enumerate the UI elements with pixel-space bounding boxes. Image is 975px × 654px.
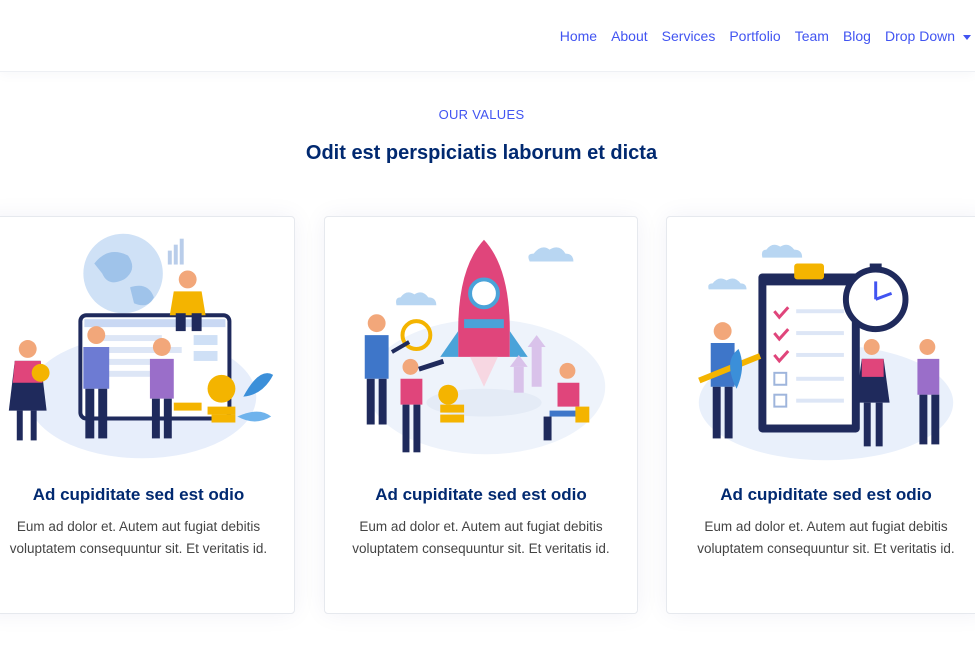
card-title: Ad cupiditate sed est odio [32,485,245,504]
value-card: Ad cupiditate sed est odio Eum ad dolor … [324,216,638,614]
nav-dropdown[interactable]: Drop Down [885,28,975,44]
checklist-stopwatch-illustration [698,244,954,461]
card-text: Eum ad dolor et. Autem aut fugiat debiti… [697,519,955,556]
card-title: Ad cupiditate sed est odio [720,485,932,504]
chevron-down-icon [963,34,971,40]
section-eyebrow: OUR VALUES [438,107,525,122]
nav-home[interactable]: Home [560,28,597,44]
value-card: Ad cupiditate sed est odio Eum ad dolor … [0,216,295,614]
rocket-launch-illustration [364,239,606,455]
nav-blog[interactable]: Blog [843,28,871,44]
nav-portfolio[interactable]: Portfolio [729,28,780,44]
nav-dropdown-label: Drop Down [884,28,955,44]
value-card: Ad cupiditate sed est odio Eum ad dolor … [666,216,975,614]
nav-services[interactable]: Services [662,28,716,44]
section-title: Odit est perspiciatis laborum et dicta [305,142,658,164]
nav-team[interactable]: Team [795,28,829,44]
card-title: Ad cupiditate sed est odio [375,485,587,504]
team-dashboard-illustration [8,233,274,459]
site-header: Home About Services Portfolio Team Blog … [0,0,975,72]
main-nav: Home About Services Portfolio Team Blog … [546,0,975,72]
card-text: Eum ad dolor et. Autem aut fugiat debiti… [352,519,610,556]
card-text: Eum ad dolor et. Autem aut fugiat debiti… [9,519,268,556]
nav-about[interactable]: About [611,28,648,44]
